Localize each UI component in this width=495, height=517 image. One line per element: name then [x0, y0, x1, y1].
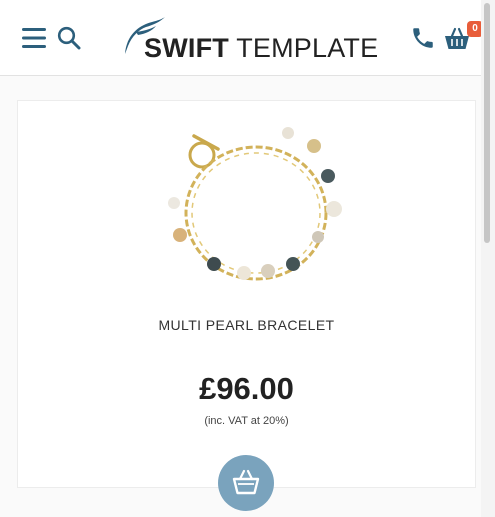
basket-icon [232, 469, 260, 495]
logo-light-text: TEMPLATE [236, 33, 379, 63]
site-header: SWIFT TEMPLATE 0 [0, 0, 483, 76]
phone-icon[interactable] [410, 25, 436, 51]
scrollbar-thumb[interactable] [484, 3, 490, 243]
product-card[interactable]: MULTI PEARL BRACELET £96.00 (inc. VAT at… [17, 100, 476, 488]
product-name[interactable]: MULTI PEARL BRACELET [18, 317, 475, 333]
logo-bold-text: SWIFT [144, 33, 229, 63]
add-to-basket-button[interactable] [218, 455, 274, 511]
logo-text: SWIFT TEMPLATE [144, 33, 378, 64]
product-price: £96.00 [199, 371, 294, 406]
vat-note: (inc. VAT at 20%) [204, 415, 289, 427]
site-logo[interactable]: SWIFT TEMPLATE [122, 16, 378, 64]
product-image[interactable] [166, 121, 346, 291]
search-icon[interactable] [57, 26, 81, 50]
hamburger-menu-icon[interactable] [22, 27, 46, 49]
